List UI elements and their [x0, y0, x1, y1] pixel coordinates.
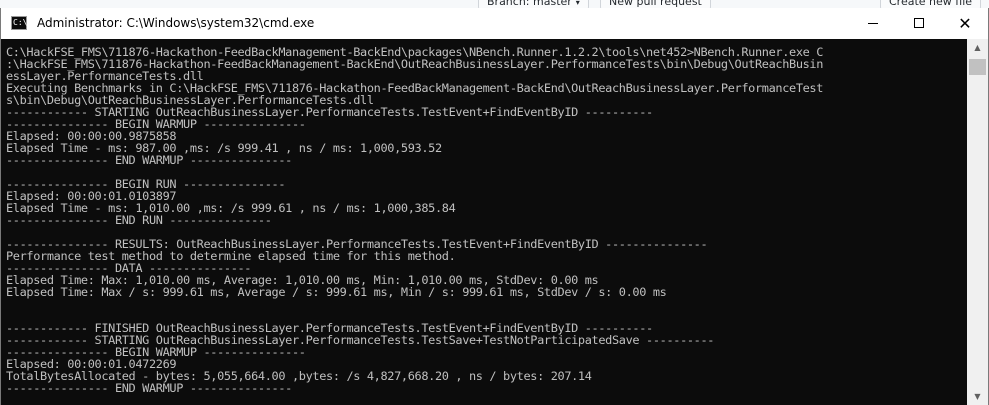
- minimize-icon: [868, 23, 878, 24]
- scroll-down-arrow-icon[interactable]: ▼: [967, 388, 988, 405]
- scroll-thumb[interactable]: [969, 59, 986, 75]
- maximize-icon: [914, 18, 924, 28]
- console-output[interactable]: C:\HackFSE_FMS\711876-Hackathon-FeedBack…: [1, 39, 967, 405]
- maximize-button[interactable]: [896, 8, 942, 39]
- branch-select-label: Branch: master: [487, 0, 572, 8]
- close-button[interactable]: ✕: [942, 8, 988, 39]
- console-line: Elapsed Time: Max / s: 999.61 ms, Averag…: [6, 285, 667, 299]
- window-title: Administrator: C:\Windows\system32\cmd.e…: [37, 16, 315, 30]
- vertical-scrollbar[interactable]: ▲ ▼: [967, 39, 988, 405]
- console-line: --------------- END WARMUP -------------…: [6, 153, 292, 167]
- cmd-window: C:\ Administrator: C:\Windows\system32\c…: [0, 8, 989, 405]
- title-bar[interactable]: C:\ Administrator: C:\Windows\system32\c…: [1, 8, 988, 39]
- close-icon: ✕: [958, 14, 972, 33]
- console-text: C:\HackFSE_FMS\711876-Hackathon-FeedBack…: [1, 39, 967, 394]
- console-line: --------------- END RUN ---------------: [6, 213, 272, 227]
- cmd-app-icon[interactable]: C:\: [11, 16, 27, 30]
- console-line: --------------- END WARMUP -------------…: [6, 381, 292, 395]
- scroll-up-arrow-icon[interactable]: ▲: [967, 39, 988, 56]
- chevron-down-icon: ▾: [575, 0, 580, 7]
- cmd-app-icon-glyph: C:\: [13, 18, 28, 27]
- minimize-button[interactable]: [850, 8, 896, 39]
